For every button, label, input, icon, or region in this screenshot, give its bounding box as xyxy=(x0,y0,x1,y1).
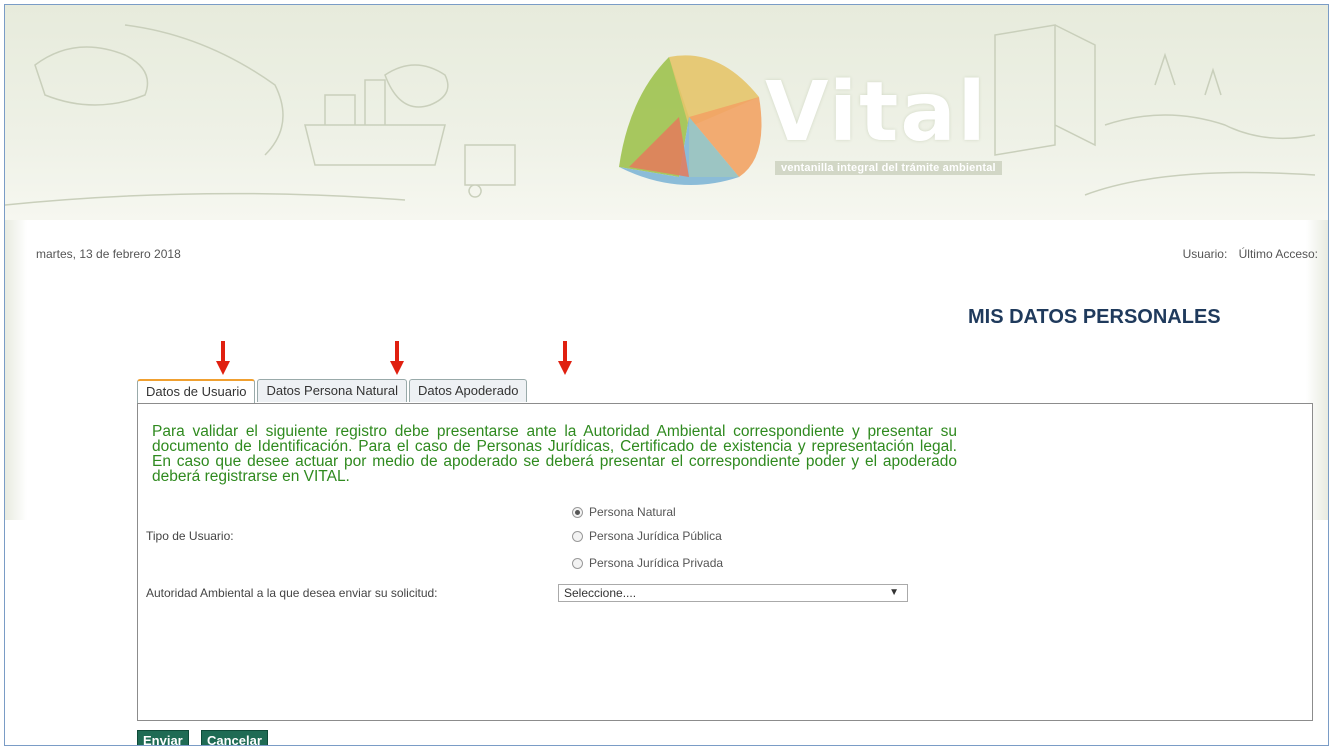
radio-persona-juridica-privada[interactable]: Persona Jurídica Privada xyxy=(572,556,723,570)
annotation-arrow-icon xyxy=(390,341,404,375)
tab-datos-persona-natural[interactable]: Datos Persona Natural xyxy=(257,379,407,402)
tab-datos-apoderado[interactable]: Datos Apoderado xyxy=(408,379,528,402)
radio-label: Persona Jurídica Privada xyxy=(589,556,724,570)
select-value: Seleccione.... xyxy=(564,586,637,600)
user-type-label: Tipo de Usuario: xyxy=(146,529,234,543)
user-info: Usuario: Último Acceso: xyxy=(1175,247,1318,261)
tab-panel: Para validar el siguiente registro debe … xyxy=(137,403,1313,721)
vital-logo-icon xyxy=(619,55,762,185)
radio-persona-juridica-publica[interactable]: Persona Jurídica Pública xyxy=(572,529,722,543)
user-label: Usuario: xyxy=(1182,247,1228,261)
tab-datos-usuario[interactable]: Datos de Usuario xyxy=(137,379,256,404)
page-frame: Vital ventanilla integral del trámite am… xyxy=(4,4,1329,746)
radio-label: Persona Natural xyxy=(589,505,676,519)
header-banner: Vital ventanilla integral del trámite am… xyxy=(5,5,1328,220)
cancel-button[interactable]: Cancelar xyxy=(201,730,268,745)
banner-sketch-illustration xyxy=(5,24,1316,206)
authority-label: Autoridad Ambiental a la que desea envia… xyxy=(146,586,438,600)
tab-bar: Datos de Usuario Datos Persona Natural D… xyxy=(137,379,529,404)
last-access-label: Último Acceso: xyxy=(1238,247,1318,261)
annotation-arrow-icon xyxy=(216,341,230,375)
registration-notice: Para validar el siguiente registro debe … xyxy=(152,423,957,485)
radio-label: Persona Jurídica Pública xyxy=(589,529,722,543)
current-date: martes, 13 de febrero 2018 xyxy=(36,247,181,261)
brand-name: Vital xyxy=(765,65,988,160)
send-button[interactable]: Enviar xyxy=(137,730,189,745)
chevron-down-icon: ▼ xyxy=(889,587,899,598)
radio-button[interactable] xyxy=(572,530,583,542)
brand-subtitle: ventanilla integral del trámite ambienta… xyxy=(775,161,1002,175)
left-decoration xyxy=(5,220,27,520)
annotation-arrow-icon xyxy=(558,341,572,375)
radio-button[interactable] xyxy=(572,506,583,518)
authority-select[interactable]: Seleccione.... ▼ xyxy=(558,584,908,602)
radio-persona-natural[interactable]: Persona Natural xyxy=(572,505,676,519)
page-title: MIS DATOS PERSONALES xyxy=(968,306,1221,328)
radio-button[interactable] xyxy=(572,557,583,569)
